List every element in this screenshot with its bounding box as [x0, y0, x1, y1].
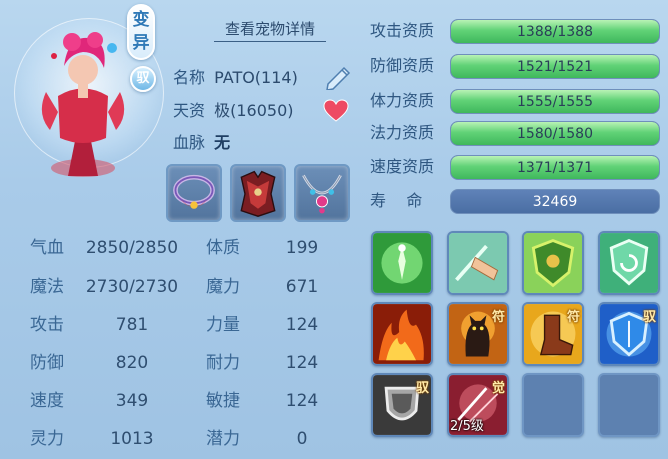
equip-slot-armor[interactable] — [230, 164, 286, 222]
necklace-icon — [302, 174, 342, 214]
aptitude-row: 速度资质 1371/1371 — [370, 154, 662, 180]
view-pet-details-link[interactable]: 查看宠物详情 — [214, 16, 326, 42]
magic-value: 671 — [285, 277, 319, 297]
spirit-value: 1013 — [110, 429, 154, 449]
pet-name-row: 名称 PATO(114) — [173, 65, 298, 91]
skill-mark: 符 — [491, 310, 505, 325]
mp-label: 魔法 — [30, 277, 64, 297]
aptitude-bar: 1580/1580 — [450, 121, 660, 146]
name-value: PATO(114) — [214, 68, 298, 87]
armor-icon — [240, 170, 276, 217]
pet-blood-row: 血脉 无 — [173, 130, 230, 156]
agility-value: 124 — [285, 391, 319, 411]
skill-mark: 驭 — [642, 310, 656, 325]
mp-value: 2730/2730 — [85, 277, 179, 297]
potential-value: 0 — [296, 429, 308, 449]
aptitude-label: 体力资质 — [370, 91, 435, 110]
rename-pen-icon[interactable] — [322, 64, 352, 90]
aptitude-label: 法力资质 — [370, 123, 435, 142]
aptitude-bar: 1555/1555 — [450, 89, 660, 114]
variant-badge: 变异 — [127, 4, 155, 60]
pet-talent-row: 天资 极(16050) — [173, 98, 294, 124]
skill-slot-hand-strike[interactable] — [447, 231, 509, 295]
speed-value: 349 — [115, 391, 149, 411]
life-row: 寿 命 32469 — [370, 188, 662, 214]
skill-slot-shield-emblem[interactable] — [522, 231, 584, 295]
tame-badge: 驭 — [130, 66, 156, 92]
aptitude-value: 1521/1521 — [517, 59, 593, 75]
constitution-label: 体质 — [206, 238, 240, 258]
aptitude-value: 1580/1580 — [517, 126, 593, 142]
skill-slot-empty — [598, 373, 660, 437]
defense-up-icon — [600, 233, 658, 293]
aptitude-value: 1388/1388 — [517, 24, 593, 40]
green-aura-icon — [373, 233, 431, 293]
defense-value: 820 — [115, 353, 149, 373]
life-label: 寿 命 — [370, 191, 423, 210]
aptitude-value: 1555/1555 — [517, 94, 593, 110]
spirit-label: 灵力 — [30, 429, 64, 449]
skill-slot-boot[interactable]: 符 — [522, 302, 584, 366]
aptitude-bar: 1371/1371 — [450, 155, 660, 180]
attack-label: 攻击 — [30, 315, 64, 335]
talent-label: 天资 — [173, 101, 206, 120]
agility-label: 敏捷 — [206, 391, 240, 411]
defense-label: 防御 — [30, 353, 64, 373]
skill-slot-awakening[interactable]: 觉 2/5级 — [447, 373, 509, 437]
aptitude-bar: 1388/1388 — [450, 19, 660, 44]
skill-mark: 觉 — [491, 381, 505, 396]
blood-value: 无 — [214, 133, 231, 152]
skill-mark: 驭 — [415, 381, 429, 396]
skill-slot-empty — [522, 373, 584, 437]
constitution-value: 199 — [285, 238, 319, 258]
equip-slot-necklace[interactable] — [294, 164, 350, 222]
skill-slot-black-cat[interactable]: 符 — [447, 302, 509, 366]
strength-label: 力量 — [206, 315, 240, 335]
endurance-value: 124 — [285, 353, 319, 373]
magic-label: 魔力 — [206, 277, 240, 297]
skill-slot-gray-shield[interactable]: 驭 — [371, 373, 433, 437]
pet-figure — [41, 32, 125, 177]
skill-level: 2/5级 — [450, 419, 484, 434]
skill-slot-defense-up[interactable] — [598, 231, 660, 295]
aptitude-row: 体力资质 1555/1555 — [370, 88, 662, 114]
collar-icon — [173, 174, 215, 209]
aptitude-value: 1371/1371 — [517, 160, 593, 176]
aptitude-label: 攻击资质 — [370, 21, 435, 40]
aptitude-row: 法力资质 1580/1580 — [370, 120, 662, 146]
skill-mark: 符 — [566, 310, 580, 325]
speed-label: 速度 — [30, 391, 64, 411]
shield-emblem-icon — [524, 233, 582, 293]
skill-slot-fire[interactable] — [371, 302, 433, 366]
aptitude-row: 攻击资质 1388/1388 — [370, 18, 662, 44]
talent-value: 极(16050) — [214, 101, 294, 120]
skill-slot-blue-shield[interactable]: 驭 — [598, 302, 660, 366]
aptitude-label: 防御资质 — [370, 56, 435, 75]
hp-value: 2850/2850 — [85, 238, 179, 258]
strength-value: 124 — [285, 315, 319, 335]
aptitude-bar: 1521/1521 — [450, 54, 660, 79]
name-label: 名称 — [173, 68, 206, 87]
blood-label: 血脉 — [173, 133, 206, 152]
fire-icon — [373, 304, 431, 364]
heart-icon[interactable] — [323, 99, 349, 123]
endurance-label: 耐力 — [206, 353, 240, 373]
aptitude-row: 防御资质 1521/1521 — [370, 53, 662, 79]
hand-strike-icon — [449, 233, 507, 293]
attack-value: 781 — [115, 315, 149, 335]
life-value: 32469 — [532, 194, 578, 210]
skill-slot-green-aura[interactable] — [371, 231, 433, 295]
aptitude-label: 速度资质 — [370, 157, 435, 176]
potential-label: 潜力 — [206, 429, 240, 449]
life-bar: 32469 — [450, 189, 660, 214]
equip-slot-collar[interactable] — [166, 164, 222, 222]
hp-label: 气血 — [30, 238, 64, 258]
